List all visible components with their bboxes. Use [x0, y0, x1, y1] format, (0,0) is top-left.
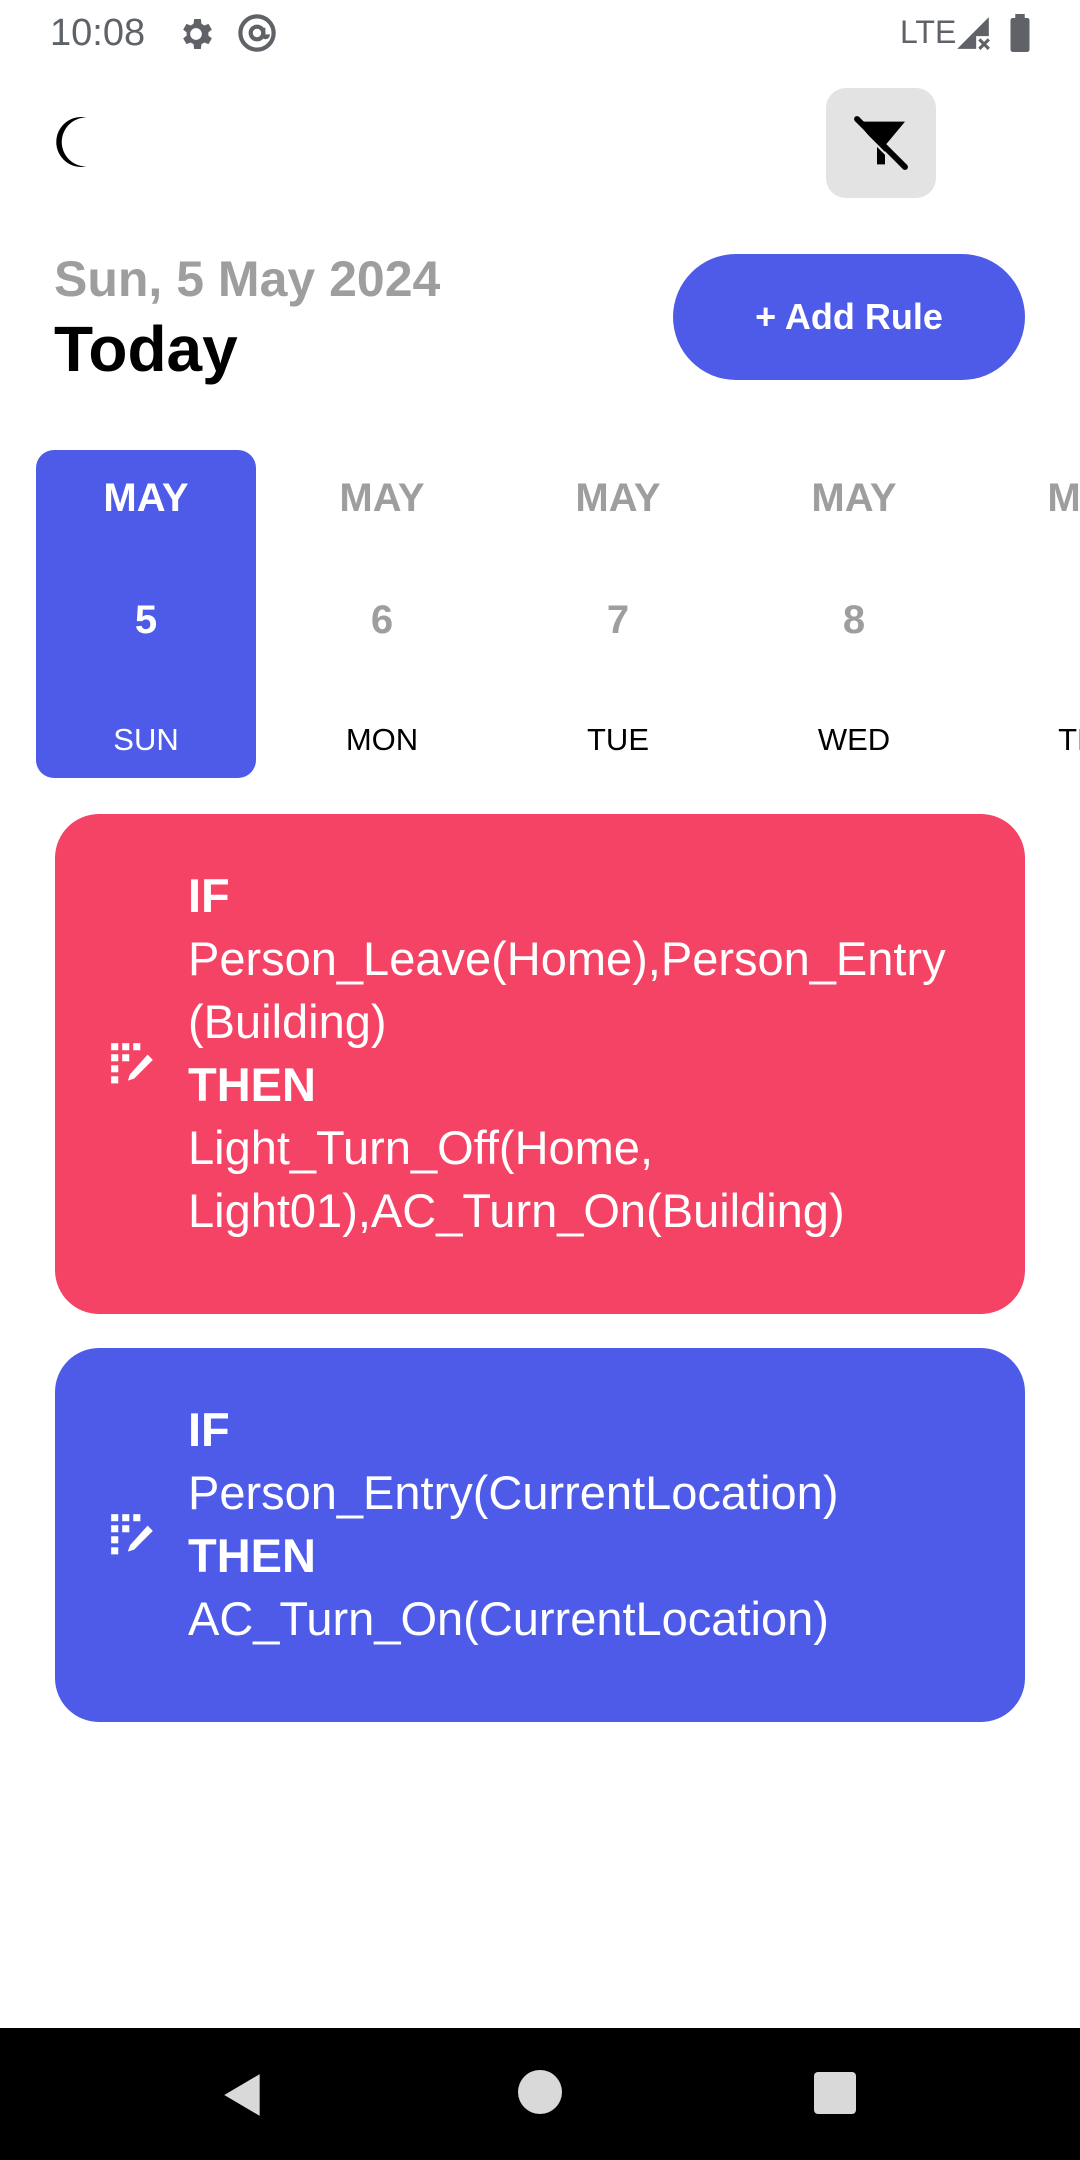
rule-text: IF Person_Entry(CurrentLocation) THEN AC… [188, 1398, 965, 1650]
rule-card[interactable]: IF Person_Leave(Home),Person_Entry(Build… [55, 814, 1025, 1314]
date-weekday: THU [1058, 722, 1080, 757]
rule-then-label: THEN [188, 1529, 316, 1582]
date-month: MAY [1047, 476, 1080, 520]
network-label: LTE [900, 14, 957, 50]
date-day: 9 [980, 598, 1080, 643]
date-item-may-5[interactable]: MAY 5 SUN [36, 450, 256, 778]
status-bar: 10:08 LTE [0, 0, 1080, 66]
date-day: 7 [606, 598, 630, 642]
back-icon[interactable] [218, 2070, 268, 2120]
date-month: MAY [811, 476, 897, 520]
battery-icon [1010, 14, 1030, 52]
at-sign-icon [238, 14, 276, 52]
rule-card[interactable]: IF Person_Entry(CurrentLocation) THEN AC… [55, 1348, 1025, 1722]
date-weekday: WED [817, 722, 891, 757]
rule-if-label: IF [188, 1403, 230, 1456]
date-month: MAY [103, 476, 189, 520]
date-month: MAY [339, 476, 425, 520]
rule-if-label: IF [188, 869, 230, 922]
add-rule-button[interactable]: + Add Rule [673, 254, 1025, 380]
edit-grid-icon[interactable] [107, 1039, 157, 1089]
moon-icon[interactable] [50, 112, 110, 172]
rule-condition: Person_Entry(CurrentLocation) [188, 1466, 839, 1519]
signal-icon [957, 17, 990, 50]
date-strip[interactable]: MAY 5 SUN MAY 6 MON MAY 7 TUE MAY 8 WED … [0, 450, 1080, 780]
edit-grid-icon[interactable] [107, 1510, 157, 1560]
status-time: 10:08 [50, 12, 146, 54]
date-day: 6 [370, 598, 394, 642]
gear-icon [183, 19, 212, 49]
date-weekday: SUN [113, 722, 179, 757]
rule-text: IF Person_Leave(Home),Person_Entry(Build… [188, 864, 965, 1242]
rule-action: Light_Turn_Off(Home, Light01),AC_Turn_On… [188, 1121, 845, 1237]
page-title: Today [54, 313, 238, 385]
date-weekday: TUE [587, 722, 649, 757]
filter-toggle-button[interactable] [826, 88, 936, 198]
rule-then-label: THEN [188, 1058, 316, 1111]
date-weekday: MON [345, 722, 419, 757]
date-item-may-8[interactable]: MAY 8 WED [744, 450, 964, 778]
system-nav-bar [0, 2028, 1080, 2160]
date-day: 8 [842, 598, 866, 642]
recent-apps-icon[interactable] [814, 2072, 856, 2114]
rule-condition: Person_Leave(Home),Person_Entry(Building… [188, 932, 946, 1048]
date-month: MAY [575, 476, 661, 520]
date-item-may-9[interactable]: MAY 9 THU [980, 450, 1080, 778]
screen: 10:08 LTE Sun, 5 May 2024 Today + Add Ru… [0, 0, 1080, 2160]
filter-off-icon [853, 116, 908, 171]
current-date: Sun, 5 May 2024 [54, 251, 441, 307]
date-item-may-7[interactable]: MAY 7 TUE [508, 450, 728, 778]
home-icon[interactable] [518, 2070, 562, 2114]
rule-action: AC_Turn_On(CurrentLocation) [188, 1592, 829, 1645]
date-item-may-6[interactable]: MAY 6 MON [272, 450, 492, 778]
date-day: 5 [134, 598, 158, 642]
